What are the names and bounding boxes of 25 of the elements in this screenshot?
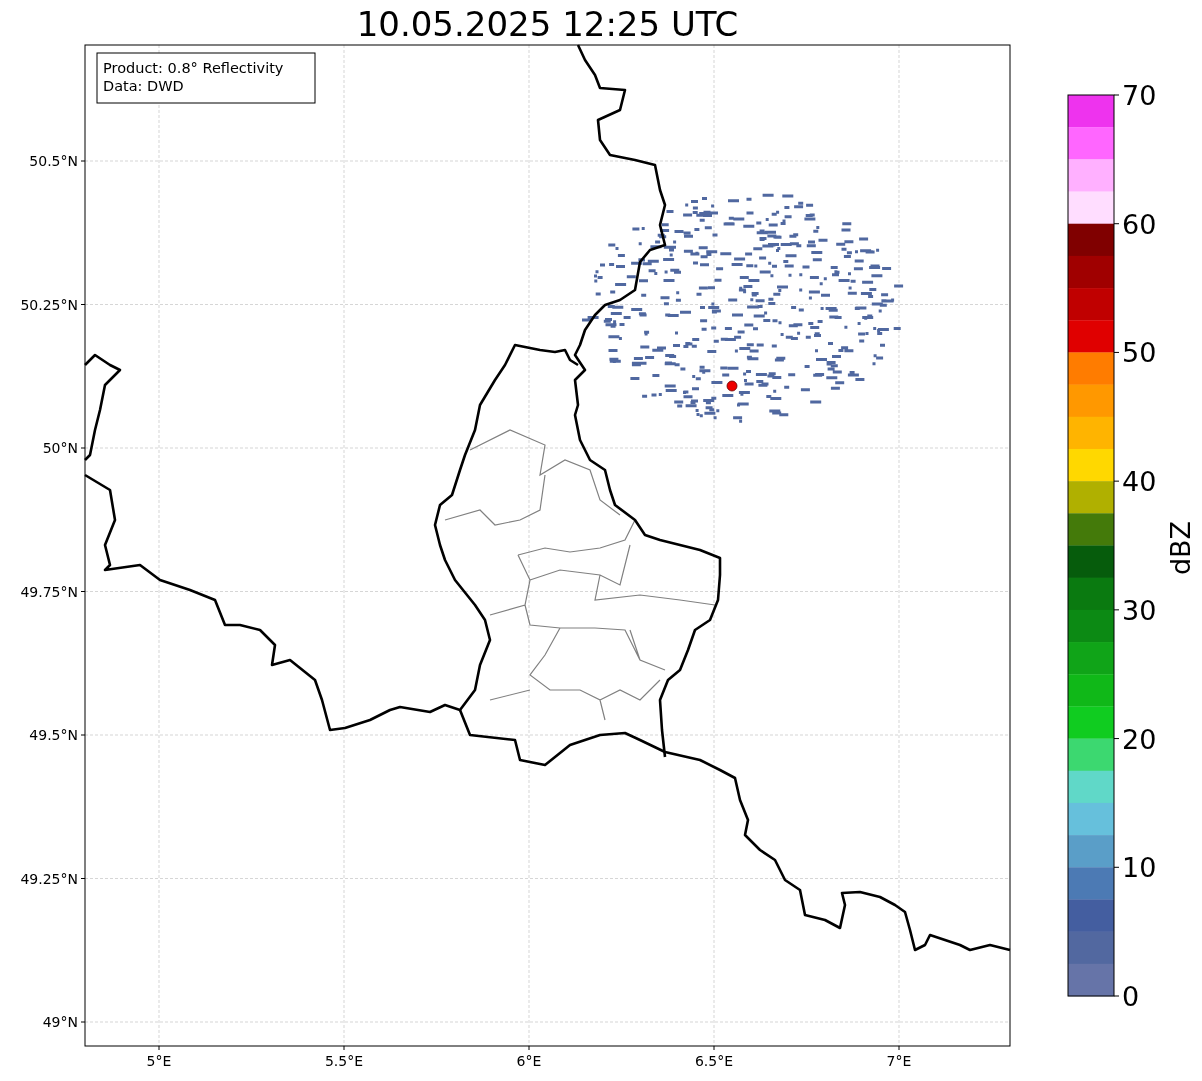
- colorbar-tick-label: 40: [1122, 466, 1157, 498]
- colorbar-tick-label: 10: [1122, 852, 1157, 884]
- radar-site-icon: [726, 380, 738, 392]
- latitude-label: 50.5°N: [29, 153, 78, 169]
- longitude-label: 5.5°E: [324, 1053, 364, 1069]
- longitude-label: 6°E: [516, 1053, 542, 1069]
- latitude-label: 49°N: [42, 1014, 78, 1030]
- plot-title: 10.05.2025 12:25 UTC: [355, 4, 740, 44]
- colorbar-tick-label: 70: [1122, 80, 1157, 111]
- colorbar-tick-label: 50: [1122, 337, 1157, 369]
- latitude-label: 50.25°N: [20, 296, 78, 313]
- longitude-label: 6.5°E: [694, 1053, 734, 1069]
- colorbar-label: dBZ: [1165, 520, 1196, 576]
- latitude-label: 49.75°N: [20, 583, 78, 600]
- longitude-label: 7°E: [886, 1053, 912, 1069]
- colorbar-tick-label: 60: [1122, 208, 1157, 240]
- colorbar-tick-label: 20: [1122, 723, 1157, 755]
- latitude-label: 50°N: [42, 440, 78, 456]
- latitude-label: 49.5°N: [29, 727, 78, 743]
- latitude-label: 49.25°N: [20, 870, 78, 887]
- colorbar-tick-label: 30: [1122, 594, 1157, 626]
- legend-text: Product: 0.8° Reflectivity: [103, 60, 284, 76]
- colorbar-tick-label: 0: [1122, 981, 1140, 1012]
- legend-text: Data: DWD: [103, 78, 184, 94]
- longitude-label: 5°E: [146, 1053, 172, 1069]
